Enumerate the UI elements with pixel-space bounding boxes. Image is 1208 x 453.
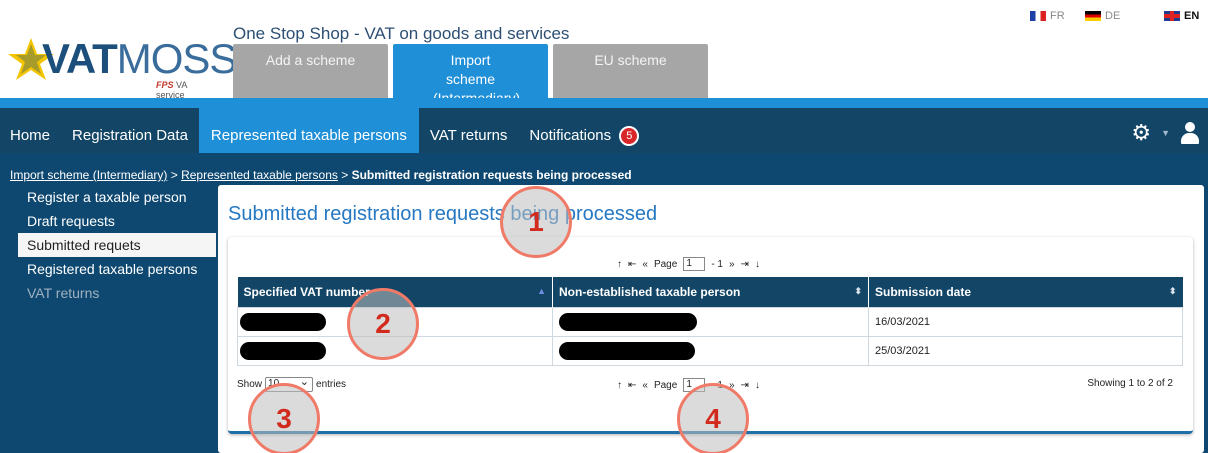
sidebar-item-submitted-requests[interactable]: Submitted requets	[18, 233, 216, 257]
breadcrumb-separator: >	[341, 168, 349, 182]
page-input[interactable]: 1	[683, 257, 706, 271]
breadcrumb-separator: >	[170, 168, 178, 182]
last-block-icon[interactable]: ⇥	[741, 259, 749, 270]
column-header-submission-date[interactable]: Submission date ⬍	[868, 277, 1183, 307]
redacted-block	[559, 341, 695, 360]
sort-icon: ⬍	[1168, 286, 1177, 296]
flag-de-icon	[1085, 11, 1101, 21]
tab-import-scheme[interactable]: Import scheme (Intermediary)	[393, 44, 548, 106]
showing-count: Showing 1 to 2 of 2	[1087, 378, 1173, 389]
prev-block-icon[interactable]: ⇤	[628, 259, 636, 270]
notification-count-badge: 5	[619, 126, 640, 146]
sidebar-item-registered-persons[interactable]: Registered taxable persons	[18, 257, 216, 281]
annotation-4: 4	[677, 383, 749, 453]
flag-en-icon	[1164, 11, 1180, 21]
sidebar-item-register[interactable]: Register a taxable person	[18, 185, 216, 209]
prev-page-icon[interactable]: «	[642, 259, 648, 270]
page-total: - 1	[711, 258, 723, 270]
app-root: VATMOSS FPS VA service One Stop Shop - V…	[0, 0, 1208, 453]
breadcrumb-represented-persons[interactable]: Represented taxable persons	[181, 168, 338, 182]
first-page-icon[interactable]: ↑	[617, 259, 622, 270]
breadcrumb: Import scheme (Intermediary) > Represent…	[10, 168, 632, 182]
flag-fr-icon	[1030, 11, 1046, 21]
logo-text: VATMOSS	[42, 35, 237, 82]
lang-de[interactable]: DE	[1085, 10, 1120, 22]
sort-icon: ⬍	[854, 286, 862, 296]
column-header-taxable-person[interactable]: Non-established taxable person ⬍	[552, 277, 869, 307]
last-page-icon[interactable]: ↓	[755, 380, 760, 391]
lang-fr[interactable]: FR	[1030, 10, 1065, 22]
scheme-tabs: Add a scheme Import scheme (Intermediary…	[233, 44, 708, 106]
breadcrumb-import-scheme[interactable]: Import scheme (Intermediary)	[10, 168, 167, 182]
nav-notifications-label: Notifications	[529, 127, 612, 144]
page-label: Page	[653, 379, 678, 391]
breadcrumb-current: Submitted registration requests being pr…	[351, 168, 632, 182]
gear-icon[interactable]: ⚙	[1131, 122, 1151, 144]
annotation-3: 3	[248, 383, 320, 453]
chevron-down-icon[interactable]: ▼	[1161, 128, 1170, 138]
annotation-1: 1	[500, 186, 572, 258]
pager-top: ↑ ⇤ « Page 1 - 1 » ⇥ ↓	[617, 257, 760, 271]
lang-en[interactable]: EN	[1164, 10, 1199, 22]
site-title: One Stop Shop - VAT on goods and service…	[233, 24, 570, 43]
user-icon[interactable]	[1180, 122, 1200, 144]
annotation-2: 2	[347, 288, 419, 360]
sidebar-item-vat-returns: VAT returns	[27, 285, 100, 301]
cell-submission-date: 25/03/2021	[868, 335, 1183, 366]
prev-block-icon[interactable]: ⇤	[628, 380, 636, 391]
last-block-icon[interactable]: ⇥	[741, 380, 749, 391]
next-page-icon[interactable]: »	[729, 259, 735, 270]
redacted-block	[240, 341, 326, 360]
sidebar-item-draft-requests[interactable]: Draft requests	[18, 209, 216, 233]
tab-eu-scheme[interactable]: EU scheme	[553, 44, 708, 98]
sidebar-menu: Register a taxable person Draft requests…	[18, 185, 216, 305]
header: VATMOSS FPS VA service One Stop Shop - V…	[0, 0, 1208, 106]
prev-page-icon[interactable]: «	[642, 380, 648, 391]
tab-add-scheme[interactable]: Add a scheme	[233, 44, 388, 98]
redacted-block	[559, 312, 697, 331]
pager-bottom: ↑ ⇤ « Page 1 - 1 » ⇥ ↓	[617, 378, 760, 392]
page-label: Page	[653, 258, 678, 270]
vatmoss-logo[interactable]: VATMOSS FPS VA service	[6, 22, 237, 100]
logo-subtitle: FPS VA service	[156, 80, 187, 100]
sort-asc-icon: ▲	[537, 286, 546, 296]
first-page-icon[interactable]: ↑	[617, 380, 622, 391]
cell-submission-date: 16/03/2021	[868, 306, 1183, 337]
redacted-block	[240, 312, 326, 331]
cell-taxable-person	[552, 306, 869, 337]
cell-taxable-person	[552, 335, 869, 366]
last-page-icon[interactable]: ↓	[755, 259, 760, 270]
page-title: Submitted registration requests being pr…	[228, 203, 658, 225]
